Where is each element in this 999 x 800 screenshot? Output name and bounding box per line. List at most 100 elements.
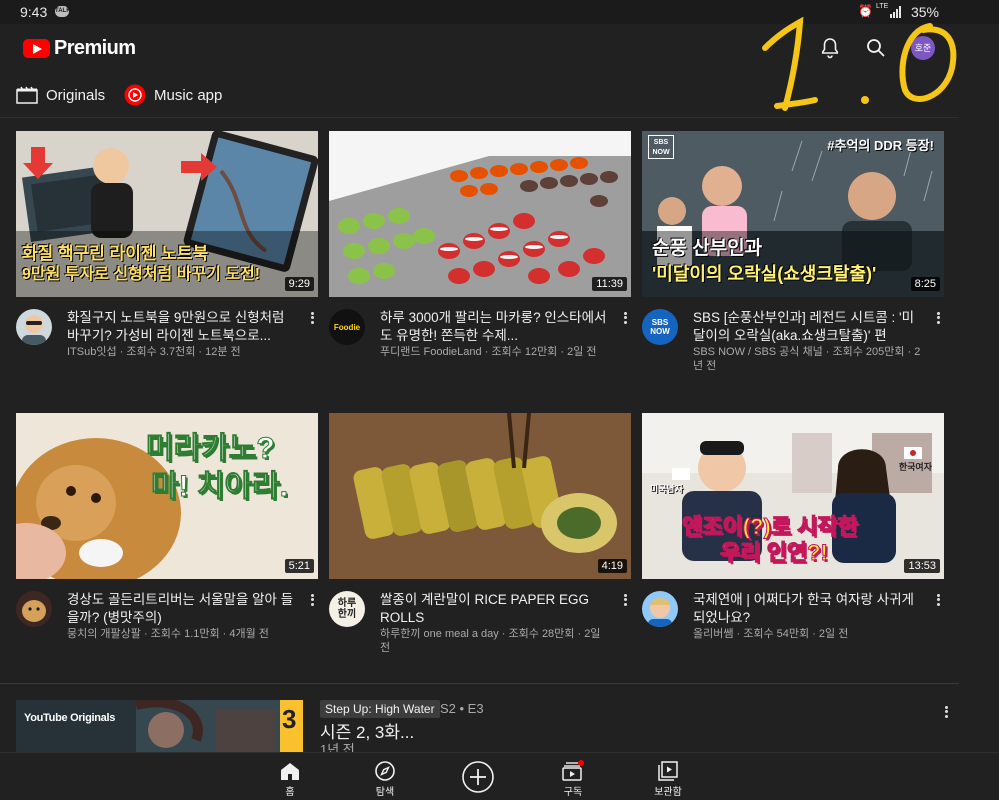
video-duration: 11:39 [592, 277, 627, 291]
channel-avatar[interactable]: Foodie [329, 309, 365, 345]
thumbnail-subheadline: 우리 인연?! [720, 540, 829, 565]
logo-text: Premium [54, 36, 136, 59]
video-thumbnail[interactable]: 화질 핵구린 라이젠 노트북 9만원 투자로 신형처럼 바꾸기 도전! 9:29 [16, 131, 318, 297]
lte-indicator: LTE [876, 3, 889, 10]
video-title[interactable]: 국제연애 | 어쩌다가 한국 여자랑 사귀게 되었나요? [693, 591, 925, 627]
battery-level: 35% [910, 4, 939, 20]
signal-icon [890, 6, 901, 18]
episode-row[interactable]: YouTube Originals 3 Step Up: High Water … [16, 700, 959, 754]
bell-icon[interactable] [818, 36, 842, 60]
status-bar: 9:43 TALK ⏰ LTE 35% [0, 0, 999, 24]
library-icon [658, 761, 678, 781]
channel-avatar-text: SBS NOW [650, 318, 670, 336]
nav-library[interactable]: 보관함 [638, 757, 698, 799]
talk-notification-icon: TALK [55, 6, 71, 17]
more-options-icon[interactable] [306, 309, 318, 327]
thumbnail-caption-left: 미국남자 [650, 484, 684, 494]
more-options-icon[interactable] [932, 309, 944, 327]
video-meta: 경상도 골든리트리버는 서울말을 알아 들을까? (병맛주의) 뭉치의 개팔상팔… [16, 579, 318, 659]
clapperboard-icon [16, 86, 38, 104]
video-meta: SBS NOW SBS [순풍산부인과] 레전드 시트콤 : '미달이의 오락실… [642, 297, 944, 377]
video-duration: 8:25 [910, 277, 940, 291]
chip-music-app-label: Music app [154, 86, 223, 104]
more-options-icon[interactable] [306, 591, 318, 609]
channel-avatar[interactable] [642, 591, 678, 627]
sbs-now-logo: SBS NOW [648, 135, 674, 159]
more-options-icon[interactable] [619, 309, 631, 327]
video-meta: 국제연애 | 어쩌다가 한국 여자랑 사귀게 되었나요? 올리버쌤 · 조회수 … [642, 579, 944, 659]
video-meta: Foodie 하루 3000개 팔리는 마카롱? 인스타에서도 유명한! 쫀득한… [329, 297, 631, 377]
video-duration: 13:53 [904, 559, 940, 573]
chip-originals[interactable]: Originals [16, 82, 105, 108]
episode-code: S2 • E3 [440, 701, 484, 716]
video-card[interactable]: 화질 핵구린 라이젠 노트북 9만원 투자로 신형처럼 바꾸기 도전! 9:29… [16, 131, 318, 377]
video-title[interactable]: SBS [순풍산부인과] 레전드 시트콤 : '미달이의 오락실(aka.쇼생크… [693, 309, 925, 345]
status-time: 9:43 [20, 4, 48, 20]
video-card[interactable]: 11:39 Foodie 하루 3000개 팔리는 마카롱? 인스타에서도 유명… [329, 131, 631, 377]
nav-subscriptions-label: 구독 [563, 787, 583, 798]
channel-avatar-text: 하루 한끼 [337, 598, 357, 620]
search-icon[interactable] [864, 36, 888, 60]
account-avatar[interactable]: 호준 [911, 36, 935, 60]
video-thumbnail[interactable]: 11:39 [329, 131, 631, 297]
more-options-icon[interactable] [940, 703, 952, 721]
chip-originals-label: Originals [46, 86, 106, 104]
nav-explore[interactable]: 탐색 [355, 757, 415, 799]
video-card[interactable]: SBS NOW #추억의 DDR 등장! 순풍 산부인과 '미달이의 오락실(쇼… [642, 131, 944, 377]
more-options-icon[interactable] [932, 591, 944, 609]
chip-music-app[interactable]: Music app [124, 82, 222, 108]
subscriptions-icon [562, 760, 584, 781]
app-header: Premium 호준 [0, 24, 959, 72]
channel-avatar-text: Foodie [333, 322, 361, 332]
episode-thumbnail[interactable]: YouTube Originals 3 [16, 700, 303, 754]
thumbnail-image [329, 413, 631, 579]
channel-avatar[interactable] [16, 309, 52, 345]
home-icon [281, 763, 299, 780]
video-metadata: 올리버쌤 · 조회수 54만회 · 2일 전 [693, 628, 849, 640]
video-title[interactable]: 쌀종이 계란말이 RICE PAPER EGG ROLLS [380, 591, 612, 627]
nav-explore-label: 탐색 [375, 787, 395, 798]
alarm-icon: ⏰ [858, 4, 873, 18]
video-card[interactable]: 머라카노? 마! 치아라. 5:21 경상도 골든리트리버는 서울말을 알아 들… [16, 413, 318, 659]
thumbnail-headline: 화질 핵구린 라이젠 노트북 [22, 244, 209, 263]
nav-library-label: 보관함 [654, 787, 682, 798]
thumbnail-headline: 엔조이(?)로 시작한 [682, 514, 859, 539]
channel-avatar[interactable]: SBS NOW [642, 309, 678, 345]
video-thumbnail[interactable]: SBS NOW #추억의 DDR 등장! 순풍 산부인과 '미달이의 오락실(쇼… [642, 131, 944, 297]
video-metadata: 푸디랜드 FoodieLand · 조회수 12만회 · 2일 전 [380, 346, 597, 358]
thumbnail-headline: 머라카노? [146, 432, 276, 465]
add-icon[interactable] [462, 761, 494, 793]
section-divider [0, 683, 959, 684]
video-thumbnail[interactable]: 4:19 [329, 413, 631, 579]
video-card[interactable]: 4:19 하루 한끼 쌀종이 계란말이 RICE PAPER EGG ROLLS… [329, 413, 631, 659]
thumbnail-subheadline: 마! 치아라. [150, 470, 289, 503]
nav-home-label: 홈 [285, 787, 295, 798]
series-badge[interactable]: Step Up: High Water [320, 700, 440, 718]
thumbnail-subheadline: '미달이의 오락실(쇼생크탈출)' [652, 264, 877, 284]
channel-avatar[interactable] [16, 591, 52, 627]
video-title[interactable]: 하루 3000개 팔리는 마카롱? 인스타에서도 유명한! 쫀득한 수제... [380, 309, 612, 345]
video-title[interactable]: 화질구지 노트북을 9만원으로 신형처럼 바꾸기? 가성비 라이젠 노트북으로.… [67, 309, 299, 345]
video-duration: 4:19 [597, 559, 627, 573]
video-card[interactable]: 미국남자 한국여자 엔조이(?)로 시작한 우리 인연?! 13:53 국제연애… [642, 413, 944, 659]
video-duration: 5:21 [284, 559, 314, 573]
video-meta: 화질구지 노트북을 9만원으로 신형처럼 바꾸기? 가성비 라이젠 노트북으로.… [16, 297, 318, 377]
thumbnail-image [329, 131, 631, 297]
video-title[interactable]: 경상도 골든리트리버는 서울말을 알아 들을까? (병맛주의) [67, 591, 299, 627]
video-metadata: 뭉치의 개팔상팔 · 조회수 1.1만회 · 4개월 전 [67, 628, 269, 640]
nav-subscriptions[interactable]: 구독 [543, 757, 603, 799]
episode-number-graphic: 3 [282, 704, 297, 734]
thumbnail-caption-right: 한국여자 [898, 462, 932, 472]
video-duration: 9:29 [284, 277, 314, 291]
nav-home[interactable]: 홈 [260, 757, 320, 799]
video-meta: 하루 한끼 쌀종이 계란말이 RICE PAPER EGG ROLLS 하루한끼… [329, 579, 631, 659]
thumbnail-headline: 순풍 산부인과 [652, 238, 763, 259]
channel-avatar[interactable]: 하루 한끼 [329, 591, 365, 627]
video-thumbnail[interactable]: 미국남자 한국여자 엔조이(?)로 시작한 우리 인연?! 13:53 [642, 413, 944, 579]
youtube-premium-logo[interactable]: Premium [23, 36, 136, 60]
thumbnail-tag: #추억의 DDR 등장! [827, 138, 934, 153]
category-bar: Originals Music app [0, 72, 959, 118]
more-options-icon[interactable] [619, 591, 631, 609]
video-thumbnail[interactable]: 머라카노? 마! 치아라. 5:21 [16, 413, 318, 579]
bottom-navigation: 홈 탐색 구독 보관함 [0, 752, 999, 800]
